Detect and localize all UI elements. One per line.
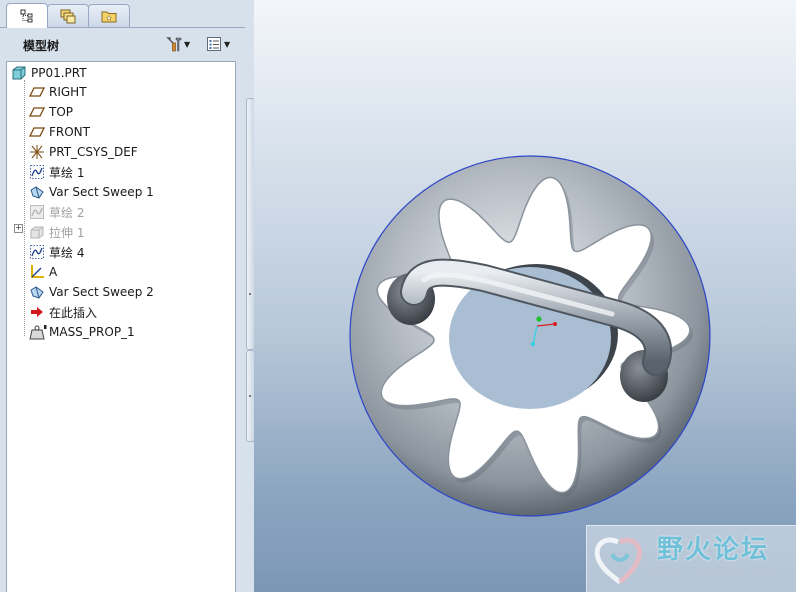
tree-item-label: PP01.PRT (31, 66, 87, 80)
extrude-icon (29, 224, 45, 240)
tree-item-sketch-2[interactable]: 草绘 2 (29, 203, 84, 221)
list-icon (206, 36, 222, 52)
watermark-title: 野火论坛 (657, 535, 770, 565)
mass-prop-icon (29, 324, 47, 340)
tree-item-extrude-1[interactable]: 拉伸 1 (29, 223, 84, 241)
tree-item-csys[interactable]: PRT_CSYS_DEF (29, 143, 138, 161)
csys-y-dot (531, 342, 535, 346)
graphics-viewport[interactable]: 野火论坛 www.proewildfire.cn (254, 0, 796, 592)
tree-item-axis-a[interactable]: A (29, 263, 57, 281)
sketch-icon (29, 244, 45, 260)
tree-item-sweep-2[interactable]: Var Sect Sweep 2 (29, 283, 154, 301)
sweep-icon (29, 284, 45, 300)
chevron-down-icon: ▼ (224, 39, 231, 49)
model-tree-tab[interactable] (6, 3, 48, 28)
datum-plane-icon (29, 124, 45, 140)
datum-axis-icon (29, 264, 45, 280)
expand-toggle[interactable]: + (14, 224, 23, 233)
part-icon (11, 65, 27, 81)
tree-item-right[interactable]: RIGHT (29, 83, 87, 101)
gear-ring-model[interactable] (254, 0, 796, 592)
csys-origin-dot (536, 316, 542, 322)
navigator-panel: 模型树 ▼ ▼ + PP01.PRT RIGHT TOP FRONT PRT_C… (0, 0, 254, 592)
tree-item-mass-prop[interactable]: MASS_PROP_1 (29, 323, 135, 341)
forum-logo-icon (590, 532, 648, 591)
panel-splitter[interactable] (245, 0, 255, 592)
favorites-tab[interactable] (88, 4, 130, 27)
tree-item-label: PRT_CSYS_DEF (49, 145, 138, 159)
sweep-icon (29, 184, 45, 200)
model-tree-icon (19, 8, 35, 24)
csys-x-dot (553, 322, 557, 326)
model-tree-title: 模型树 (23, 39, 60, 53)
model-tree-header: 模型树 ▼ ▼ (6, 30, 246, 58)
insert-arrow-icon (29, 304, 45, 320)
folder-star-icon (101, 8, 117, 24)
tree-item-insert-here[interactable]: 在此插入 (29, 303, 97, 321)
csys-icon (29, 144, 45, 160)
chevron-down-icon: ▼ (184, 39, 191, 49)
tree-item-label: 草绘 4 (49, 245, 85, 260)
forum-watermark: 野火论坛 www.proewildfire.cn (586, 525, 796, 592)
navigator-tab-strip (0, 0, 254, 28)
tree-item-front[interactable]: FRONT (29, 123, 90, 141)
tree-item-sweep-1[interactable]: Var Sect Sweep 1 (29, 183, 154, 201)
datum-plane-icon (29, 84, 45, 100)
tree-item-label: 拉伸 1 (49, 225, 85, 240)
tree-item-top[interactable]: TOP (29, 103, 73, 121)
sketch-icon (29, 164, 45, 180)
layers-tab[interactable] (47, 4, 89, 27)
tree-item-label: Var Sect Sweep 1 (49, 185, 154, 199)
datum-plane-icon (29, 104, 45, 120)
tree-item-label: 在此插入 (49, 305, 98, 320)
tree-item-label: 草绘 1 (49, 165, 85, 180)
model-tree: + PP01.PRT RIGHT TOP FRONT PRT_CSYS_DEF … (6, 61, 236, 592)
tree-item-label: 草绘 2 (49, 205, 85, 220)
tree-item-label: A (49, 265, 58, 279)
tree-item-part[interactable]: PP01.PRT (11, 64, 87, 82)
tree-item-label: Var Sect Sweep 2 (49, 285, 154, 299)
tree-guide-line (24, 80, 25, 336)
tree-item-label: MASS_PROP_1 (49, 325, 135, 339)
tree-show-button[interactable]: ▼ (206, 34, 230, 54)
tree-item-sketch-4[interactable]: 草绘 4 (29, 243, 84, 261)
tree-item-label: FRONT (49, 125, 90, 139)
tree-settings-button[interactable]: ▼ (166, 34, 190, 54)
tree-item-label: TOP (49, 105, 74, 119)
tree-item-label: RIGHT (49, 85, 87, 99)
watermark-url: www.proewildfire.cn (647, 566, 778, 581)
tree-item-sketch-1[interactable]: 草绘 1 (29, 163, 84, 181)
sketch-icon (29, 204, 45, 220)
layers-icon (60, 8, 76, 24)
tools-icon (166, 36, 182, 52)
